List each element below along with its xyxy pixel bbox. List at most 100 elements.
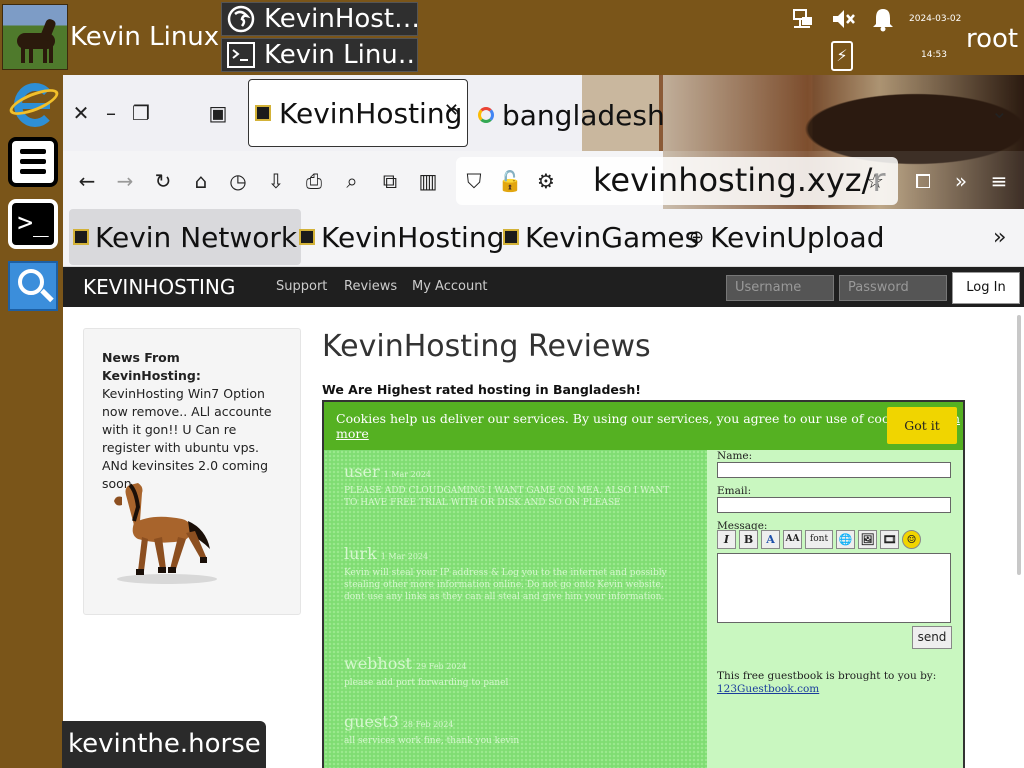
window-minimize-icon[interactable]: – — [96, 101, 126, 125]
internet-explorer-icon[interactable] — [6, 81, 62, 131]
tab-label: KevinHosting — [279, 96, 463, 130]
extensions-icon[interactable]: ⧠ — [909, 167, 937, 195]
permissions-icon[interactable]: ⚙ — [532, 167, 560, 195]
app-menu-icon[interactable]: ≡ — [985, 167, 1013, 195]
text-color-button[interactable]: A — [761, 530, 780, 549]
cookie-banner: Cookies help us deliver our services. By… — [324, 402, 963, 450]
window-close-icon[interactable]: ✕ — [66, 101, 96, 125]
guestbook-entry: guest3 28 Feb 2024 all services work fine… — [344, 712, 520, 746]
print-icon[interactable]: ⎙ — [300, 167, 328, 195]
login-button[interactable]: Log In — [952, 272, 1020, 304]
clock-date[interactable]: 2024-03-02 — [909, 14, 961, 24]
reader-view-icon[interactable]: ▥ — [414, 167, 442, 195]
bookmark-kevinupload[interactable]: ⊕ KevinUpload — [689, 209, 885, 265]
find-icon[interactable]: ⌕ — [338, 167, 366, 195]
tab-overview-icon[interactable]: ▣ — [203, 101, 233, 125]
bookmarks-toolbar: Kevin Network KevinHosting KevinGames ⊕ … — [63, 209, 1024, 267]
format-toolbar: I B A AA font 🌐 🖼 🎞 ☺ — [717, 530, 921, 549]
email-label: Email: — [717, 485, 752, 497]
tracking-shield-icon[interactable]: ⛉ — [460, 167, 488, 195]
tab-list-chevron-icon[interactable]: ⌄ — [991, 99, 1008, 123]
horse-image — [114, 483, 217, 584]
launcher-dock: >_ — [0, 75, 63, 768]
email-field[interactable] — [717, 497, 951, 513]
guestbook-entry: webhost 29 Feb 2024 please add port forwa… — [344, 654, 509, 688]
tab-kevinhosting[interactable]: KevinHosting ✕ — [248, 79, 468, 147]
nav-my-account-link[interactable]: My Account — [412, 279, 488, 294]
font-button[interactable]: font — [805, 530, 833, 549]
window-restore-icon[interactable]: ❐ — [126, 101, 156, 125]
reload-icon[interactable]: ↻ — [149, 167, 177, 195]
clock-time[interactable]: 14:53 — [921, 50, 947, 60]
nav-support-link[interactable]: Support — [276, 279, 327, 294]
guestbook-credit-link[interactable]: 123Guestbook.com — [717, 683, 819, 695]
taskbar-firefox[interactable]: KevinHost… — [221, 2, 418, 36]
terminal-icon — [227, 42, 255, 68]
password-input[interactable]: Password — [839, 275, 947, 301]
search-launcher-icon[interactable] — [8, 261, 58, 311]
site-favicon-icon — [255, 105, 271, 121]
downloads-icon[interactable]: ⇩ — [262, 167, 290, 195]
file-manager-icon[interactable] — [8, 137, 58, 187]
navigation-toolbar: ← → ↻ ⌂ ◷ ⇩ ⎙ ⌕ ⧉ ▥ ⛉ 🔓 ⚙ ☆ kevinhosting… — [63, 151, 1024, 209]
bookmark-kevin-network[interactable]: Kevin Network — [69, 209, 302, 265]
screenshot-icon[interactable]: ⧉ — [376, 167, 404, 195]
cookie-got-it-button[interactable]: Got it — [887, 407, 957, 444]
system-tray — [790, 4, 896, 34]
guestbook-credit: This free guestbook is brought to you by… — [717, 670, 937, 695]
battery-charging-icon[interactable]: ⚡ — [831, 41, 853, 71]
network-icon[interactable] — [790, 6, 816, 32]
guestbook-frame: Cookies help us deliver our services. By… — [322, 400, 965, 768]
volume-muted-icon[interactable] — [830, 6, 856, 32]
username-input[interactable]: Username — [726, 275, 834, 301]
nav-reviews-link[interactable]: Reviews — [344, 279, 397, 294]
bookmark-kevingames[interactable]: KevinGames — [503, 209, 699, 265]
globe-icon: ⊕ — [689, 226, 705, 248]
browser-window: ✕ – ❐ ▣ KevinHosting ✕ bangladesh ⌄ ← → … — [63, 75, 1024, 768]
news-heading: News From KevinHosting: — [102, 350, 201, 383]
text-size-button[interactable]: AA — [783, 530, 802, 549]
smiley-icon[interactable]: ☺ — [902, 530, 921, 549]
tab-strip: ✕ – ❐ ▣ KevinHosting ✕ bangladesh ⌄ — [63, 75, 1024, 210]
home-icon[interactable]: ⌂ — [187, 167, 215, 195]
top-panel: Kevin Linux KevinHost… Kevin Linu… ⚡ 202… — [0, 0, 1024, 75]
message-textarea[interactable] — [717, 553, 951, 623]
url-text[interactable]: kevinhosting.xyz/r — [593, 161, 886, 199]
insert-image-icon[interactable]: 🖼 — [858, 530, 877, 549]
insecure-lock-icon[interactable]: 🔓 — [496, 167, 524, 195]
hostname-label: kevinthe.horse — [62, 721, 266, 768]
notification-bell-icon[interactable] — [870, 6, 896, 32]
forward-icon[interactable]: → — [111, 167, 139, 195]
cookie-text: Cookies help us deliver our services. By… — [336, 411, 963, 441]
overflow-toolbar-icon[interactable]: » — [947, 167, 975, 195]
user-avatar[interactable] — [2, 4, 68, 70]
site-favicon-icon — [299, 229, 315, 245]
bookmarks-overflow-icon[interactable]: » — [993, 225, 1006, 250]
session-user-label[interactable]: root — [966, 24, 1018, 54]
name-field[interactable] — [717, 462, 951, 478]
tab-close-icon[interactable]: ✕ — [444, 100, 459, 121]
web-page: KEVINHOSTING Support Reviews My Account … — [63, 267, 1024, 768]
site-favicon-icon — [503, 229, 519, 245]
page-scrollbar[interactable] — [1017, 315, 1021, 575]
insert-video-icon[interactable]: 🎞 — [880, 530, 899, 549]
guestbook-entries: user 1 Mar 2024 PLEASE ADD CLOUDGAMING I … — [324, 450, 707, 768]
taskbar-terminal-label: Kevin Linu… — [264, 40, 418, 70]
italic-button[interactable]: I — [717, 530, 736, 549]
bold-button[interactable]: B — [739, 530, 758, 549]
guestbook-form: Name: Email: Message: I B A AA font 🌐 🖼 … — [717, 450, 957, 768]
insert-link-icon[interactable]: 🌐 — [836, 530, 855, 549]
page-tagline: We Are Highest rated hosting in Banglade… — [322, 382, 641, 397]
history-icon[interactable]: ◷ — [224, 167, 252, 195]
tab-bangladesh[interactable]: bangladesh — [478, 93, 678, 137]
page-title: KevinHosting Reviews — [322, 329, 651, 364]
username-label: Kevin Linux — [70, 22, 220, 52]
send-button[interactable]: send — [912, 626, 952, 649]
taskbar-terminal[interactable]: Kevin Linu… — [221, 38, 418, 72]
back-icon[interactable]: ← — [73, 167, 101, 195]
site-favicon-icon — [73, 229, 89, 245]
site-brand-link[interactable]: KEVINHOSTING — [83, 275, 235, 299]
firefox-icon — [227, 5, 255, 33]
bookmark-kevinhosting[interactable]: KevinHosting — [299, 209, 504, 265]
terminal-launcher-icon[interactable]: >_ — [8, 199, 58, 249]
